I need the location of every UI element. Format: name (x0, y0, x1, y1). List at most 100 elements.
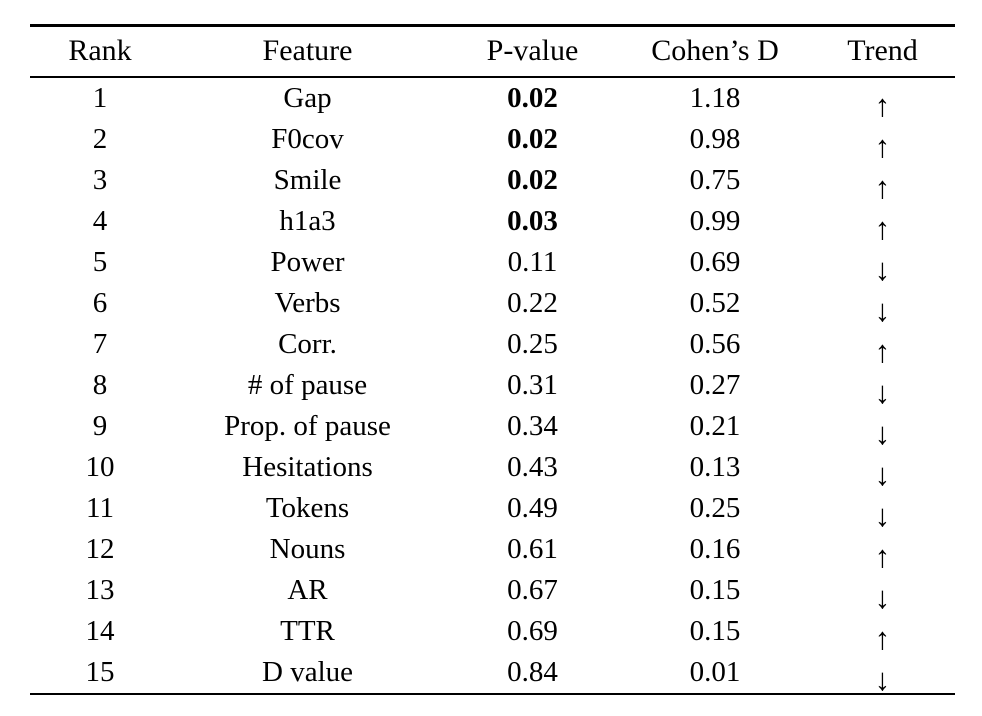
column-header-trend: Trend (847, 34, 918, 67)
cell-pvalue: 0.31 (507, 369, 558, 401)
table-row: 4 h1a3 0.03 0.99 ↑ (30, 201, 955, 246)
cell-rank: 8 (92, 369, 108, 401)
bottom-rule (30, 693, 955, 696)
table-row: 1 Gap 0.02 1.18 ↑ (30, 78, 955, 123)
feature-ranking-table: Rank Feature P-value Cohen’s D Trend 1 Ga… (30, 24, 955, 697)
cell-trend: ↑ (810, 160, 955, 205)
cell-trend: ↑ (810, 119, 955, 164)
cell-rank: 4 (92, 205, 108, 237)
cell-pvalue: 0.67 (507, 574, 558, 606)
table-row: 2 F0cov 0.02 0.98 ↑ (30, 119, 955, 164)
cell-trend: ↑ (810, 201, 955, 246)
cell-feature: Nouns (269, 533, 346, 565)
cell-cohens-d: 0.27 (689, 369, 741, 401)
cell-feature: h1a3 (279, 205, 336, 237)
column-header-rank: Rank (68, 34, 132, 67)
cell-trend: ↓ (810, 406, 955, 451)
cell-cohens-d: 0.16 (689, 533, 741, 565)
cell-cohens-d: 0.98 (689, 123, 741, 155)
table-row: 8 # of pause 0.31 0.27 ↓ (30, 365, 955, 410)
cell-trend: ↑ (810, 529, 955, 574)
cell-rank: 1 (92, 82, 108, 114)
cell-cohens-d: 0.69 (689, 246, 741, 278)
cell-trend: ↑ (810, 611, 955, 656)
cell-feature: TTR (280, 615, 335, 647)
table-row: 5 Power 0.11 0.69 ↓ (30, 242, 955, 287)
cell-cohens-d: 0.21 (689, 410, 741, 442)
cell-cohens-d: 1.18 (689, 82, 741, 114)
cell-feature: Gap (283, 82, 332, 114)
cell-pvalue: 0.02 (507, 82, 558, 114)
table-row: 13 AR 0.67 0.15 ↓ (30, 570, 955, 615)
table-row: 14 TTR 0.69 0.15 ↑ (30, 611, 955, 656)
cell-rank: 14 (85, 615, 115, 647)
table-row: 7 Corr. 0.25 0.56 ↑ (30, 324, 955, 369)
cell-pvalue: 0.61 (507, 533, 558, 565)
cell-feature: D value (262, 656, 353, 688)
table-row: 10 Hesitations 0.43 0.13 ↓ (30, 447, 955, 492)
cell-rank: 10 (85, 451, 115, 483)
table-row: 15 D value 0.84 0.01 ↓ (30, 652, 955, 697)
column-header-cohens-d: Cohen’s D (651, 34, 779, 67)
cell-rank: 12 (85, 533, 115, 565)
cell-feature: Tokens (265, 492, 350, 524)
cell-rank: 3 (92, 164, 108, 196)
cell-pvalue: 0.69 (507, 615, 558, 647)
table-row: 6 Verbs 0.22 0.52 ↓ (30, 283, 955, 328)
cell-trend: ↓ (810, 365, 955, 410)
cell-pvalue: 0.49 (507, 492, 558, 524)
cell-pvalue: 0.03 (507, 205, 558, 237)
cell-trend: ↑ (810, 78, 955, 123)
cell-trend: ↓ (810, 652, 955, 697)
cell-trend: ↓ (810, 488, 955, 533)
cell-pvalue: 0.43 (507, 451, 558, 483)
cell-cohens-d: 0.75 (689, 164, 741, 196)
cell-trend: ↓ (810, 283, 955, 328)
table-row: 3 Smile 0.02 0.75 ↑ (30, 160, 955, 205)
cell-pvalue: 0.02 (507, 164, 558, 196)
cell-rank: 6 (92, 287, 108, 319)
cell-cohens-d: 0.01 (689, 656, 741, 688)
results-table-container: Rank Feature P-value Cohen’s D Trend 1 Ga… (30, 24, 955, 697)
cell-feature: AR (287, 574, 328, 606)
header-row: Rank Feature P-value Cohen’s D Trend (30, 27, 955, 77)
cell-rank: 5 (92, 246, 108, 278)
table-row: 12 Nouns 0.61 0.16 ↑ (30, 529, 955, 574)
cell-pvalue: 0.11 (507, 246, 558, 278)
cell-cohens-d: 0.25 (689, 492, 741, 524)
cell-feature: Verbs (274, 287, 341, 319)
cell-cohens-d: 0.13 (689, 451, 741, 483)
table-row: 9 Prop. of pause 0.34 0.21 ↓ (30, 406, 955, 451)
down-arrow-icon: ↓ (874, 662, 891, 697)
cell-cohens-d: 0.99 (689, 205, 741, 237)
cell-rank: 7 (92, 328, 108, 360)
table-footer (30, 693, 955, 696)
table-row: 11 Tokens 0.49 0.25 ↓ (30, 488, 955, 533)
cell-feature: Corr. (278, 328, 337, 360)
table-body: 1 Gap 0.02 1.18 ↑ 2 F0cov 0.02 0.98 ↑ 3 Smile 0.02 0.… (30, 78, 955, 697)
cell-feature: Prop. of pause (224, 410, 391, 442)
cell-feature: F0cov (271, 123, 344, 155)
cell-feature: Power (270, 246, 345, 278)
cell-cohens-d: 0.15 (689, 574, 741, 606)
cell-rank: 15 (85, 656, 115, 688)
cell-pvalue: 0.22 (507, 287, 558, 319)
cell-pvalue: 0.02 (507, 123, 558, 155)
cell-pvalue: 0.84 (507, 656, 558, 688)
cell-trend: ↓ (810, 570, 955, 615)
column-header-pvalue: P-value (486, 34, 579, 67)
cell-feature: Smile (273, 164, 342, 196)
table-header: Rank Feature P-value Cohen’s D Trend (30, 24, 955, 79)
cell-rank: 11 (86, 492, 114, 524)
cell-feature: Hesitations (242, 451, 373, 483)
cell-rank: 13 (85, 574, 115, 606)
cell-feature: # of pause (247, 369, 368, 401)
cell-cohens-d: 0.15 (689, 615, 741, 647)
cell-rank: 9 (92, 410, 108, 442)
cell-pvalue: 0.25 (507, 328, 558, 360)
cell-cohens-d: 0.56 (689, 328, 741, 360)
cell-trend: ↑ (810, 324, 955, 369)
cell-trend: ↓ (810, 447, 955, 492)
cell-pvalue: 0.34 (507, 410, 558, 442)
cell-trend: ↓ (810, 242, 955, 287)
